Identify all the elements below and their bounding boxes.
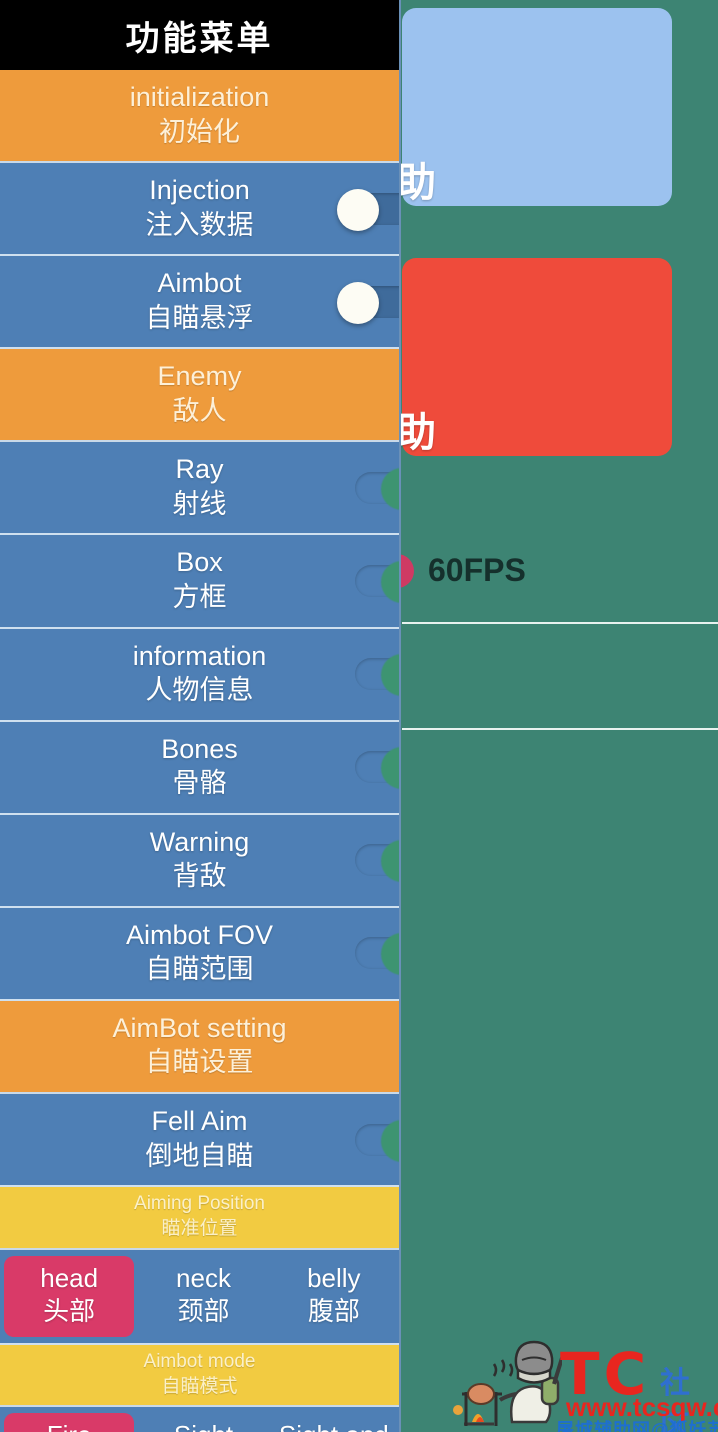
row-label-en: Bones: [161, 733, 238, 764]
toggle-ray[interactable]: [337, 467, 399, 510]
section-header-aimbot-setting: AimBot setting 自瞄设置: [0, 1000, 399, 1095]
option-sight-and-fire[interactable]: Sight and fire: [269, 1407, 399, 1432]
fps-label: 60FPS: [428, 552, 526, 588]
app-screenshot: 助 助 60FPS TC 社区 www.tcsqw. 屠城辅助网@狐妖苏 功能菜…: [0, 0, 718, 1432]
row-label-cn: 方框: [172, 582, 227, 613]
row-aimbot[interactable]: Aimbot 自瞄悬浮: [0, 256, 399, 350]
toggle-knob: [337, 281, 379, 324]
panel-title: 功能菜单: [0, 0, 399, 70]
toggle-warning[interactable]: [337, 840, 399, 883]
row-label-cn: 人物信息: [145, 675, 254, 706]
row-labels: Bones 骨骼: [161, 722, 238, 813]
section-header-cn: 自瞄模式: [161, 1375, 238, 1397]
row-labels: Aimbot FOV 自瞄范围: [126, 908, 273, 999]
row-labels: information 人物信息: [133, 629, 267, 720]
toggle-aimbot[interactable]: [337, 281, 399, 324]
row-label-cn: 自瞄范围: [145, 954, 254, 985]
section-header-en: Enemy: [157, 361, 242, 392]
row-label-en: information: [132, 640, 267, 671]
option-label-en: neck: [176, 1262, 231, 1293]
row-label-cn: 骨骼: [172, 768, 227, 799]
background-divider-2: [402, 728, 718, 730]
background-card-red-label: 助: [396, 411, 437, 455]
row-bones[interactable]: Bones 骨骼: [0, 721, 399, 815]
option-label-cn: 颈部: [177, 1296, 230, 1327]
section-header-cn: 初始化: [159, 116, 240, 147]
row-label-cn: 射线: [172, 488, 227, 519]
row-labels: Aimbot 自瞄悬浮: [146, 256, 254, 347]
row-labels: Box 方框: [173, 535, 227, 626]
toggle-bones[interactable]: [337, 747, 399, 790]
toggle-information[interactable]: [337, 654, 399, 697]
background-card-blue-label: 助: [396, 161, 437, 205]
toggle-box[interactable]: [337, 561, 399, 604]
section-header-en: AimBot setting: [112, 1012, 287, 1043]
option-label-en: Sight: [174, 1420, 233, 1432]
section-header-aimbot-mode: Aimbot mode 自瞄模式: [0, 1345, 399, 1408]
option-belly[interactable]: belly 腹部: [269, 1250, 399, 1344]
row-box[interactable]: Box 方框: [0, 535, 399, 629]
background-card-blue[interactable]: [402, 8, 672, 206]
option-sight[interactable]: Sight: [138, 1407, 268, 1432]
option-row-aimbot-mode: Fire Sight Sight and fire: [0, 1407, 399, 1432]
row-label-en: Warning: [149, 826, 250, 857]
background-divider-1: [402, 622, 718, 624]
option-row-aiming-position: head 头部 neck 颈部 belly 腹部: [0, 1249, 399, 1346]
row-label-cn: 注入数据: [145, 209, 254, 240]
row-ray[interactable]: Ray 射线: [0, 442, 399, 536]
section-header-enemy: Enemy 敌人: [0, 349, 399, 443]
row-fell-aim[interactable]: Fell Aim 倒地自瞄: [0, 1094, 399, 1188]
option-label-en: belly: [307, 1262, 361, 1293]
row-label-cn: 自瞄悬浮: [145, 302, 254, 333]
row-label-en: Aimbot: [157, 268, 242, 299]
row-label-en: Box: [176, 547, 223, 578]
row-label-cn: 背敌: [172, 861, 227, 892]
row-label-en: Fell Aim: [151, 1106, 248, 1137]
mascot-icon: [453, 1340, 562, 1426]
section-header-en: Aiming Position: [134, 1193, 265, 1215]
background-card-red[interactable]: [402, 258, 672, 456]
section-header-cn: 敌人: [172, 395, 227, 426]
section-header-cn: 自瞄设置: [145, 1047, 254, 1078]
watermark: TC 社区 www.tcsqw.com 屠城辅助网@狐妖苏苏: [448, 1334, 718, 1432]
toggle-aimbot-fov[interactable]: [337, 933, 399, 976]
option-label-cn: 腹部: [307, 1296, 360, 1327]
row-information[interactable]: information 人物信息: [0, 628, 399, 722]
row-labels: Ray 射线: [173, 442, 227, 533]
row-labels: Warning 背敌: [150, 815, 250, 906]
section-header-en: Aimbot mode: [143, 1351, 256, 1373]
section-header-aiming-position: Aiming Position 瞄准位置: [0, 1187, 399, 1250]
row-warning[interactable]: Warning 背敌: [0, 814, 399, 908]
row-aimbot-fov[interactable]: Aimbot FOV 自瞄范围: [0, 907, 399, 1001]
section-header-en: initialization: [129, 82, 270, 112]
toggle-fell-aim[interactable]: [337, 1119, 399, 1162]
option-label-en: Sight and fire: [279, 1420, 389, 1432]
fps-option[interactable]: 60FPS: [380, 552, 526, 589]
watermark-subtitle: 屠城辅助网@狐妖苏苏: [556, 1420, 718, 1432]
row-labels: Fell Aim 倒地自瞄: [146, 1094, 254, 1185]
section-header-cn: 瞄准位置: [161, 1217, 238, 1239]
option-label-en: Fire: [47, 1420, 92, 1432]
option-fire[interactable]: Fire: [4, 1413, 135, 1432]
row-label-cn: 倒地自瞄: [145, 1140, 254, 1171]
toggle-injection[interactable]: [337, 188, 399, 231]
row-injection[interactable]: Injection 注入数据: [0, 163, 399, 257]
option-label-en: head: [40, 1262, 99, 1293]
option-neck[interactable]: neck 颈部: [138, 1250, 268, 1344]
row-label-en: Ray: [175, 454, 224, 485]
option-head[interactable]: head 头部: [4, 1255, 135, 1338]
toggle-knob: [337, 188, 379, 231]
function-menu-panel: 功能菜单 initialization 初始化 Injection 注入数据 A…: [0, 0, 401, 1432]
option-label-cn: 头部: [43, 1296, 96, 1327]
row-labels: Injection 注入数据: [146, 163, 254, 254]
row-label-en: Injection: [149, 175, 250, 206]
row-label-en: Aimbot FOV: [125, 919, 274, 950]
section-header-initialization: initialization 初始化: [0, 70, 399, 164]
